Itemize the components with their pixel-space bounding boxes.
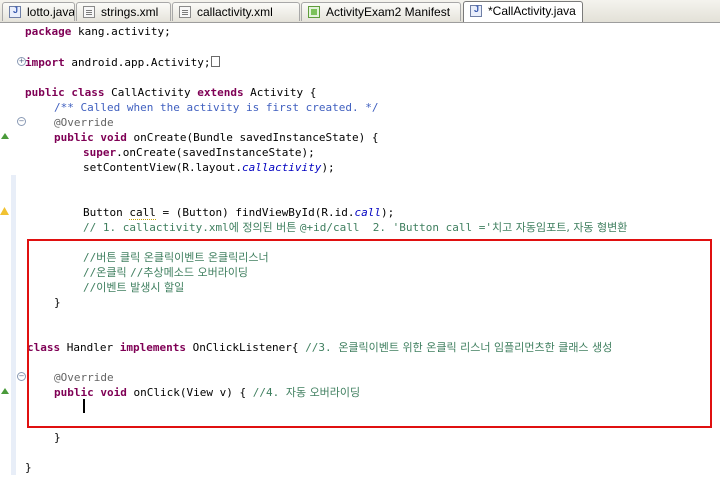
- code-text: Button: [83, 206, 130, 219]
- code-line-close-brace-2[interactable]: }: [54, 430, 61, 445]
- keyword: super: [83, 146, 117, 159]
- fold-minus-icon[interactable]: −: [17, 117, 26, 126]
- code-text: Activity {: [243, 86, 317, 99]
- code-line-button-call[interactable]: Button call = (Button) findViewById(R.id…: [83, 205, 394, 220]
- code-text: kang.activity;: [71, 25, 171, 38]
- comment-text-korean: 치고 자동임포트, 자동 형변환: [491, 221, 628, 234]
- implements-arrow-icon: [1, 388, 9, 394]
- keyword: import: [25, 56, 65, 69]
- code-line-javadoc[interactable]: /** Called when the activity is first cr…: [54, 100, 379, 115]
- code-line-close-brace-3[interactable]: }: [25, 460, 32, 475]
- keyword: extends: [197, 86, 244, 99]
- comment-text: @+id/call 2. 'Button call =': [299, 221, 492, 234]
- tab-label: lotto.java: [27, 5, 75, 19]
- field-reference: callactivity: [241, 161, 322, 174]
- comment-text-korean: 에 정의된 버튼: [228, 221, 300, 234]
- code-text: .onCreate(savedInstanceState);: [116, 146, 315, 159]
- code-text: onCreate(Bundle savedInstanceState) {: [126, 131, 379, 144]
- code-text: );: [321, 161, 335, 174]
- code-line-super-call[interactable]: super.onCreate(savedInstanceState);: [83, 145, 315, 160]
- code-line-package[interactable]: package kang.activity;: [25, 24, 171, 39]
- annotation-ruler: [0, 23, 16, 478]
- code-line-import[interactable]: import android.app.Activity;: [25, 55, 221, 70]
- keyword: public void: [54, 131, 127, 144]
- java-file-icon: [470, 4, 482, 17]
- fold-minus-icon[interactable]: −: [17, 372, 26, 381]
- tab-callactivity-xml[interactable]: callactivity.xml: [172, 2, 300, 21]
- tab-strings-xml[interactable]: strings.xml: [76, 2, 171, 21]
- editor-tab-bar: lotto.java strings.xml callactivity.xml …: [0, 0, 720, 23]
- code-line-setcontentview[interactable]: setContentView(R.layout.callactivity);: [83, 160, 335, 175]
- tab-label: strings.xml: [101, 5, 159, 19]
- keyword: package: [25, 25, 72, 38]
- comment-text: // 1. callactivity.xml: [83, 221, 229, 234]
- code-line-oncreate[interactable]: public void onCreate(Bundle savedInstanc…: [54, 130, 379, 145]
- code-line-class-declaration[interactable]: public class CallActivity extends Activi…: [25, 85, 316, 100]
- collapsed-import-icon[interactable]: [211, 56, 221, 67]
- warning-variable: call: [129, 206, 156, 220]
- code-text: );: [381, 206, 395, 219]
- code-text: android.app.Activity;: [64, 56, 211, 69]
- code-text: CallActivity: [104, 86, 198, 99]
- xml-file-icon: [83, 6, 95, 18]
- tab-label: *CallActivity.java: [488, 4, 576, 18]
- ruler-highlight: [11, 175, 16, 475]
- keyword: public class: [25, 86, 105, 99]
- code-text: setContentView(R.layout.: [83, 161, 242, 174]
- tab-callactivity-java[interactable]: *CallActivity.java: [463, 1, 583, 22]
- red-annotation-box: [27, 239, 712, 428]
- xml-file-icon: [179, 6, 191, 18]
- override-arrow-icon: [1, 133, 9, 139]
- code-text: = (Button) findViewById(R.id.: [155, 206, 355, 219]
- field-reference: call: [354, 206, 382, 219]
- code-line-override[interactable]: @Override: [54, 115, 114, 130]
- tab-label: ActivityExam2 Manifest: [326, 5, 451, 19]
- tab-activityexam2-manifest[interactable]: ActivityExam2 Manifest: [301, 2, 461, 21]
- manifest-icon: [308, 6, 320, 18]
- code-line-comment-1[interactable]: // 1. callactivity.xml에 정의된 버튼 @+id/call…: [83, 220, 627, 235]
- java-file-icon: [9, 5, 21, 18]
- tab-lotto-java[interactable]: lotto.java: [2, 2, 75, 21]
- tab-label: callactivity.xml: [197, 5, 273, 19]
